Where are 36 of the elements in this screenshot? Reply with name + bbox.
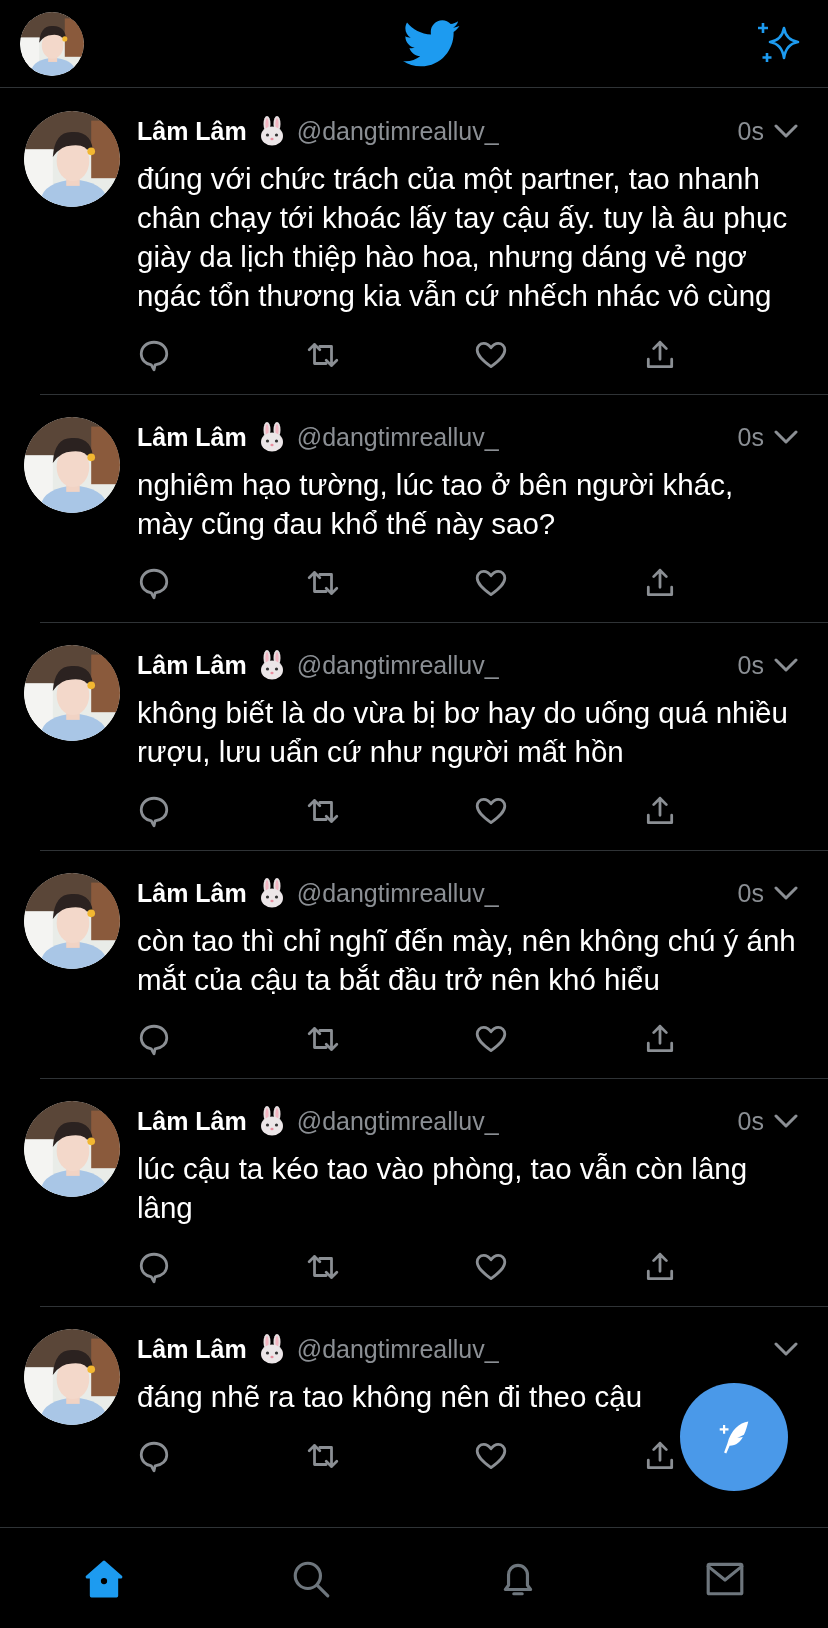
reply-icon[interactable] [137,1022,171,1056]
reply-icon[interactable] [137,566,171,600]
bird-logo-icon [403,19,461,68]
reply-icon[interactable] [137,794,171,828]
reply-icon[interactable] [137,1439,171,1473]
reply-icon[interactable] [137,338,171,372]
user-name: Lâm Lâm [137,878,247,908]
user-handle: @dangtimrealluv_ [296,1334,499,1364]
user-handle: @dangtimrealluv_ [296,422,499,452]
timestamp: 0s [737,650,764,680]
timestamp: 0s [737,116,764,146]
chevron-down-icon[interactable] [774,886,798,900]
chevron-down-icon[interactable] [774,1342,798,1356]
user-name: Lâm Lâm [137,650,247,680]
user-name: Lâm Lâm [137,422,247,452]
chevron-down-icon[interactable] [774,124,798,138]
user-name: Lâm Lâm [137,1334,247,1364]
tweet-text: nghiêm hạo tường, lúc tao ở bên người khác, mày cũng đau khổ thế này sao? [137,467,735,542]
timestamp: 0s [737,1106,764,1136]
tweet-text: còn tao thì chỉ nghĩ đến mày, nên không chú ý ánh mắt của cậu ta bắt đầu trở nên khó hiểu [137,923,797,998]
chevron-down-icon[interactable] [774,430,798,444]
user-handle: @dangtimrealluv_ [296,878,499,908]
user-handle: @dangtimrealluv_ [296,1106,499,1136]
timestamp: 0s [737,422,764,452]
chevron-down-icon[interactable] [774,658,798,672]
tweet-text: lúc cậu ta kéo tao vào phòng, tao vẫn còn lâng lâng [137,1151,749,1226]
tweet-text: đúng với chức trách của một partner, tao nhanh chân chạy tới khoác lấy tay cậu ấy. tuy là âu phục giày da lịch thiệp hào hoa, nhưng dáng vẻ ngơ ngác tổn thương kia vẫn cứ nhếch nhác vô cùng [137,161,789,314]
user-handle: @dangtimrealluv_ [296,116,499,146]
chevron-down-icon[interactable] [774,1114,798,1128]
reply-icon[interactable] [137,1250,171,1284]
user-name: Lâm Lâm [137,1106,247,1136]
user-name: Lâm Lâm [137,116,247,146]
tweet-text: đáng nhẽ ra tao không nên đi theo cậu [137,1379,644,1415]
user-handle: @dangtimrealluv_ [296,650,499,680]
tweet-text: không biết là do vừa bị bơ hay do uống quá nhiều rượu, lưu uẩn cứ như người mất hồn [137,695,789,770]
timestamp: 0s [737,878,764,908]
